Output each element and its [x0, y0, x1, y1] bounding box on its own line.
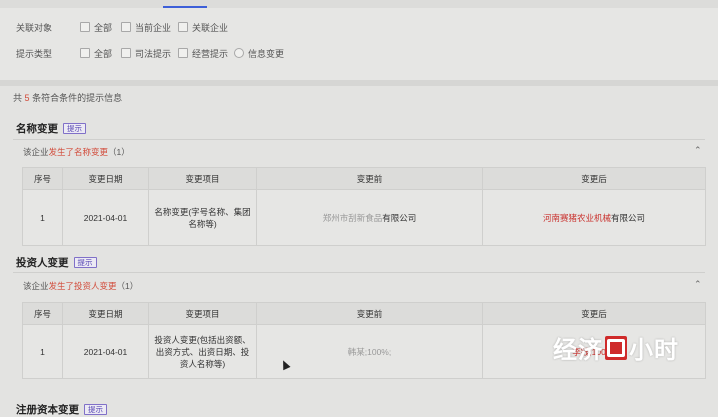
column-header: 变更后: [482, 167, 706, 190]
hint-tag[interactable]: 提示: [84, 404, 107, 415]
chevron-up-icon[interactable]: ⌃: [694, 279, 702, 290]
row-before: 郑州市刮新食品有限公司: [256, 189, 483, 246]
chevron-up-icon[interactable]: ⌃: [694, 145, 702, 156]
divider: [13, 272, 705, 273]
column-header: 变更日期: [62, 302, 149, 325]
column-header: 变更项目: [148, 167, 257, 190]
checkbox[interactable]: [121, 22, 131, 32]
divider: [0, 80, 718, 86]
related-option-all[interactable]: 全部: [80, 21, 112, 34]
row-index: 1: [22, 189, 63, 246]
row-before: 韩某;100%;: [256, 324, 483, 379]
section-title-investor-change: 投资人变更 提示: [16, 255, 97, 270]
hint-tag[interactable]: 提示: [73, 257, 97, 268]
table-header-row: 序号 变更日期 变更项目 变更前 变更后: [22, 302, 706, 325]
row-item: 投资人变更(包括出资额、出资方式、出资日期、投资人名称等): [148, 324, 257, 379]
row-date: 2021-04-01: [62, 324, 149, 379]
name-change-table: 序号 变更日期 变更项目 变更前 变更后 1 2021-04-01 名称变更(字…: [22, 167, 706, 246]
column-header: 变更日期: [62, 167, 149, 190]
checkbox[interactable]: [178, 48, 188, 58]
checkbox[interactable]: [80, 48, 90, 58]
row-date: 2021-04-01: [62, 189, 149, 246]
filter-label-related: 关联对象: [16, 22, 53, 33]
checkbox[interactable]: [80, 22, 90, 32]
top-strip: [0, 0, 718, 8]
section-title-name-change: 名称变更 提示: [16, 121, 86, 136]
row-after: 河南赛猪农业机械有限公司: [482, 189, 706, 246]
checkbox[interactable]: [121, 48, 131, 58]
logo-mark-icon: [605, 335, 627, 360]
column-header: 变更前: [256, 167, 483, 190]
hint-option-info-change[interactable]: 信息变更: [234, 47, 284, 60]
row-index: 1: [22, 324, 63, 379]
filter-panel: 关联对象 全部 当前企业 关联企业 提示类型 全部 司法提示 经营提示 信息变更: [0, 8, 718, 80]
related-option-current[interactable]: 当前企业: [121, 21, 171, 34]
column-header: 序号: [22, 167, 63, 190]
table-row: 1 2021-04-01 名称变更(字号名称、集团名称等) 郑州市刮新食品有限公…: [22, 189, 706, 246]
result-count: 5: [24, 93, 30, 103]
row-item: 名称变更(字号名称、集团名称等): [148, 189, 257, 246]
hint-tag[interactable]: 提示: [63, 123, 86, 134]
column-header: 变更后: [482, 302, 706, 325]
column-header: 变更项目: [148, 302, 257, 325]
checkbox[interactable]: [178, 22, 188, 32]
hint-option-judicial[interactable]: 司法提示: [121, 47, 171, 60]
section-title-capital-change: 注册资本变更 提示: [16, 402, 107, 417]
radio[interactable]: [234, 48, 244, 58]
hint-option-business[interactable]: 经营提示: [178, 47, 228, 60]
section-subtitle-name-change: 该企业发生了名称变更（1）: [23, 147, 130, 157]
table-header-row: 序号 变更日期 变更项目 变更前 变更后: [22, 167, 706, 190]
hint-option-all[interactable]: 全部: [80, 47, 112, 60]
column-header: 变更前: [256, 302, 483, 325]
filter-label-hint-type: 提示类型: [16, 48, 53, 59]
section-subtitle-investor-change: 该企业发生了投资人变更（1）: [23, 281, 139, 291]
divider: [13, 139, 705, 140]
column-header: 序号: [22, 302, 63, 325]
result-summary: 共 5 条符合条件的提示信息: [13, 93, 123, 103]
watermark-logo: 经济 小时: [553, 335, 679, 364]
related-option-linked[interactable]: 关联企业: [178, 21, 228, 34]
